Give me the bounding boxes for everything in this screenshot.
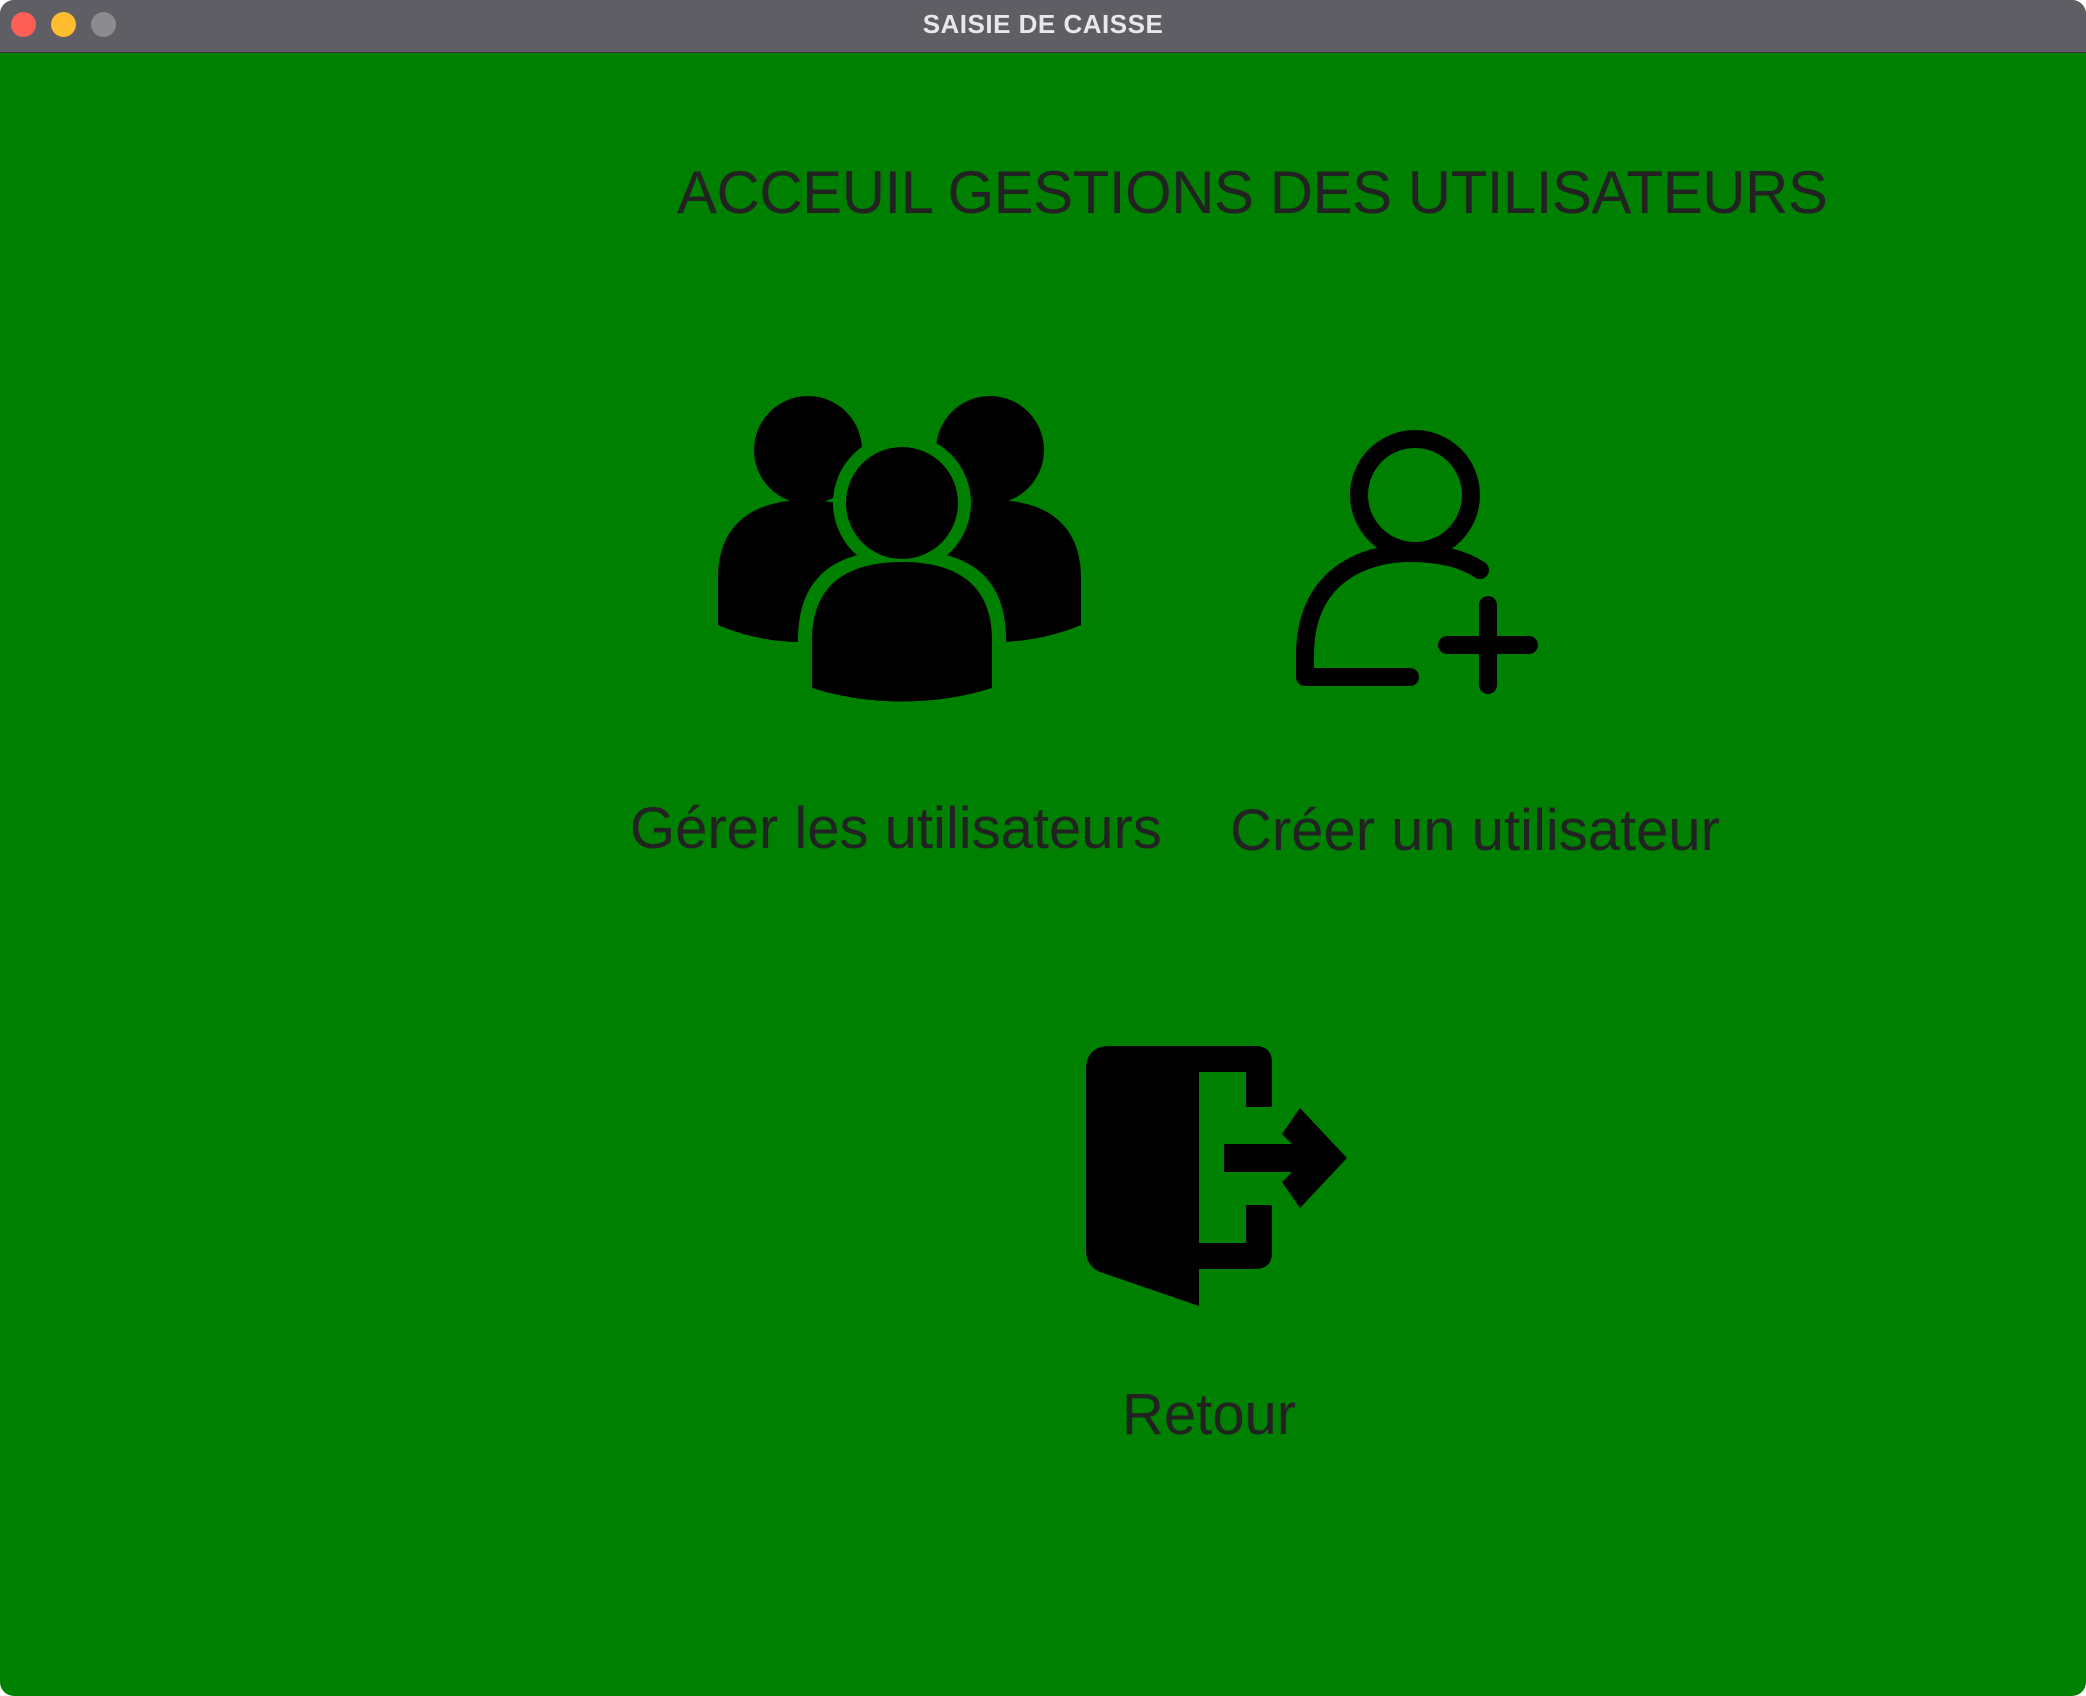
- back-label: Retour: [1122, 1382, 1297, 1447]
- user-add-icon[interactable]: [1280, 420, 1550, 700]
- title-bar: SAISIE DE CAISSE: [0, 0, 2086, 53]
- create-user-label: Créer un utilisateur: [1230, 798, 1720, 863]
- window-title: SAISIE DE CAISSE: [922, 9, 1164, 39]
- app-window: SAISIE DE CAISSE ACCEUIL GESTIONS DES UT…: [0, 0, 2086, 1696]
- exit-door-icon[interactable]: [1080, 1040, 1350, 1315]
- users-group-icon[interactable]: [715, 395, 1085, 705]
- manage-users-label: Gérer les utilisateurs: [630, 796, 1162, 861]
- page-title: ACCEUIL GESTIONS DES UTILISATEURS: [677, 159, 1828, 226]
